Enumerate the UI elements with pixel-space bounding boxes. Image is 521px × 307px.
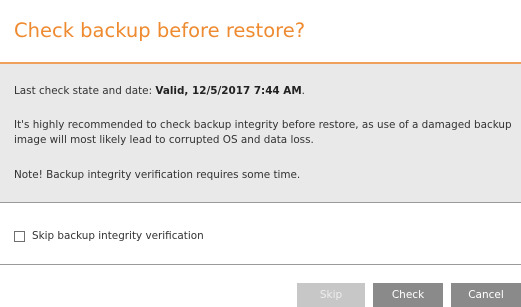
- last-check-line: Last check state and date: Valid, 12/5/2…: [14, 84, 514, 99]
- dialog-header: Check backup before restore?: [0, 0, 521, 64]
- last-check-value: Valid, 12/5/2017 7:44 AM: [155, 85, 302, 97]
- cancel-button[interactable]: Cancel: [451, 283, 521, 307]
- check-backup-dialog: Check backup before restore? Last check …: [0, 0, 521, 307]
- dialog-title: Check backup before restore?: [14, 19, 306, 42]
- check-button[interactable]: Check: [373, 283, 443, 307]
- skip-verification-label[interactable]: Skip backup integrity verification: [32, 230, 204, 242]
- skip-verification-option[interactable]: Skip backup integrity verification: [14, 228, 204, 244]
- recommendation-text: It's highly recommended to check backup …: [14, 119, 512, 146]
- skip-verification-checkbox[interactable]: [14, 230, 25, 242]
- last-check-prefix: Last check state and date:: [14, 85, 156, 97]
- skip-button[interactable]: Skip: [297, 283, 365, 307]
- footer-divider: [0, 264, 521, 265]
- last-check-suffix: .: [301, 85, 305, 97]
- info-panel: Last check state and date: Valid, 12/5/2…: [0, 64, 521, 203]
- note-text: Note! Backup integrity verification requ…: [14, 169, 301, 181]
